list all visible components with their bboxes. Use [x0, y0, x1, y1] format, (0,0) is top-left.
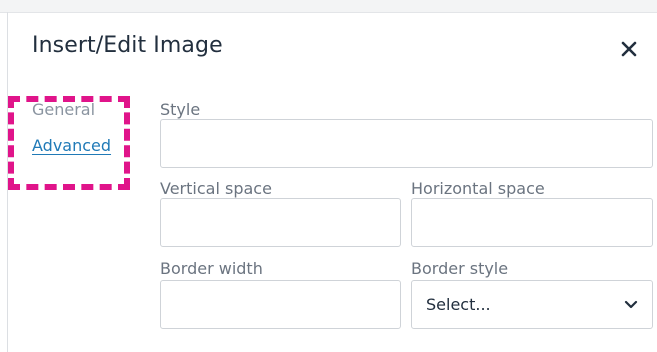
vertical-space-input[interactable] — [160, 198, 401, 247]
horizontal-space-input[interactable] — [411, 198, 653, 247]
border-width-input[interactable] — [160, 280, 401, 329]
tab-advanced[interactable]: Advanced — [32, 136, 111, 155]
vertical-space-label: Vertical space — [160, 179, 272, 198]
dialog-border — [7, 12, 8, 352]
top-strip — [0, 0, 657, 13]
style-input[interactable] — [160, 119, 653, 168]
close-button[interactable] — [614, 34, 644, 64]
tab-general[interactable]: General — [32, 100, 95, 119]
close-icon — [621, 41, 637, 57]
style-label: Style — [160, 100, 201, 119]
horizontal-space-label: Horizontal space — [411, 179, 545, 198]
border-style-selected-value: Select... — [426, 295, 491, 314]
border-style-label: Border style — [411, 259, 509, 278]
border-style-select[interactable]: Select... — [411, 280, 653, 329]
chevron-down-icon — [624, 295, 638, 314]
border-width-label: Border width — [160, 259, 263, 278]
page: Insert/Edit Image General Advanced Style… — [0, 0, 657, 352]
dialog-title: Insert/Edit Image — [32, 33, 223, 58]
